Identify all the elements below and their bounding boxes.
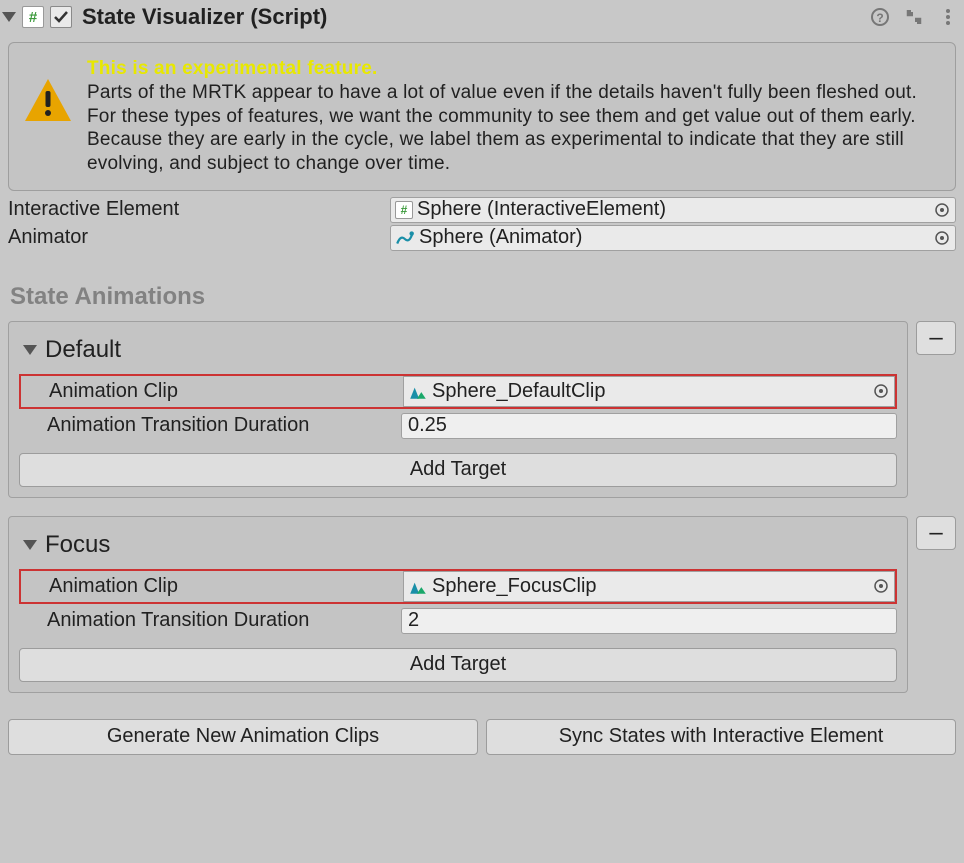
state-box-default: Default Animation Clip Sphere_DefaultCli… (8, 321, 908, 498)
state-row-focus: Focus Animation Clip Sphere_FocusClip An… (8, 516, 956, 693)
object-picker-icon[interactable] (872, 382, 890, 400)
object-picker-icon[interactable] (933, 201, 951, 219)
object-picker-icon[interactable] (933, 229, 951, 247)
help-icon[interactable]: ? (870, 7, 890, 27)
animation-clip-row-default: Animation Clip Sphere_DefaultClip (19, 374, 897, 409)
state-title: Focus (45, 531, 110, 559)
component-header: # State Visualizer (Script) ? (0, 0, 964, 34)
foldout-icon[interactable] (2, 12, 16, 22)
animator-icon (395, 228, 415, 248)
interactive-element-field[interactable]: # Sphere (InteractiveElement) (390, 197, 956, 223)
animator-value: Sphere (Animator) (419, 226, 933, 249)
component-title: State Visualizer (Script) (82, 4, 864, 30)
clip-icon (408, 576, 428, 596)
presets-icon[interactable] (904, 7, 924, 27)
clip-icon (408, 381, 428, 401)
animator-row: Animator Sphere (Animator) (8, 225, 956, 251)
animation-clip-label: Animation Clip (21, 376, 403, 407)
transition-duration-label: Animation Transition Duration (19, 609, 401, 632)
state-title-row[interactable]: Default (23, 336, 897, 364)
interactive-element-value: Sphere (InteractiveElement) (417, 198, 933, 221)
state-animations-heading: State Animations (10, 283, 956, 311)
warning-body: Parts of the MRTK appear to have a lot o… (87, 82, 917, 174)
warning-text: This is an experimental feature. Parts o… (87, 57, 937, 176)
context-menu-icon[interactable] (938, 7, 958, 27)
experimental-warning-box: This is an experimental feature. Parts o… (8, 42, 956, 191)
warning-title: This is an experimental feature. (87, 58, 377, 79)
svg-text:?: ? (876, 11, 883, 25)
sync-states-button[interactable]: Sync States with Interactive Element (486, 719, 956, 755)
interactive-element-label: Interactive Element (8, 198, 390, 221)
state-row-default: Default Animation Clip Sphere_DefaultCli… (8, 321, 956, 498)
enable-checkbox[interactable] (50, 6, 72, 28)
remove-state-button-default[interactable]: – (916, 321, 956, 355)
warning-icon (23, 77, 73, 123)
animator-label: Animator (8, 226, 390, 249)
interactive-element-row: Interactive Element # Sphere (Interactiv… (8, 197, 956, 223)
generate-clips-button[interactable]: Generate New Animation Clips (8, 719, 478, 755)
state-box-focus: Focus Animation Clip Sphere_FocusClip An… (8, 516, 908, 693)
animation-clip-label: Animation Clip (21, 571, 403, 602)
foldout-icon[interactable] (23, 540, 37, 550)
animator-field[interactable]: Sphere (Animator) (390, 225, 956, 251)
bottom-buttons: Generate New Animation Clips Sync States… (8, 719, 956, 755)
transition-duration-label: Animation Transition Duration (19, 414, 401, 437)
transition-duration-field-default[interactable]: 0.25 (401, 413, 897, 439)
add-target-button-focus[interactable]: Add Target (19, 648, 897, 682)
animation-clip-field-focus[interactable]: Sphere_FocusClip (403, 571, 895, 602)
state-title: Default (45, 336, 121, 364)
animation-clip-row-focus: Animation Clip Sphere_FocusClip (19, 569, 897, 604)
add-target-button-default[interactable]: Add Target (19, 453, 897, 487)
transition-duration-field-focus[interactable]: 2 (401, 608, 897, 634)
state-title-row[interactable]: Focus (23, 531, 897, 559)
foldout-icon[interactable] (23, 345, 37, 355)
animation-clip-value: Sphere_FocusClip (432, 575, 872, 598)
transition-duration-row-focus: Animation Transition Duration 2 (19, 608, 897, 634)
animation-clip-value: Sphere_DefaultClip (432, 380, 872, 403)
transition-duration-row-default: Animation Transition Duration 0.25 (19, 413, 897, 439)
script-icon: # (22, 6, 44, 28)
remove-state-button-focus[interactable]: – (916, 516, 956, 550)
animation-clip-field-default[interactable]: Sphere_DefaultClip (403, 376, 895, 407)
object-picker-icon[interactable] (872, 577, 890, 595)
